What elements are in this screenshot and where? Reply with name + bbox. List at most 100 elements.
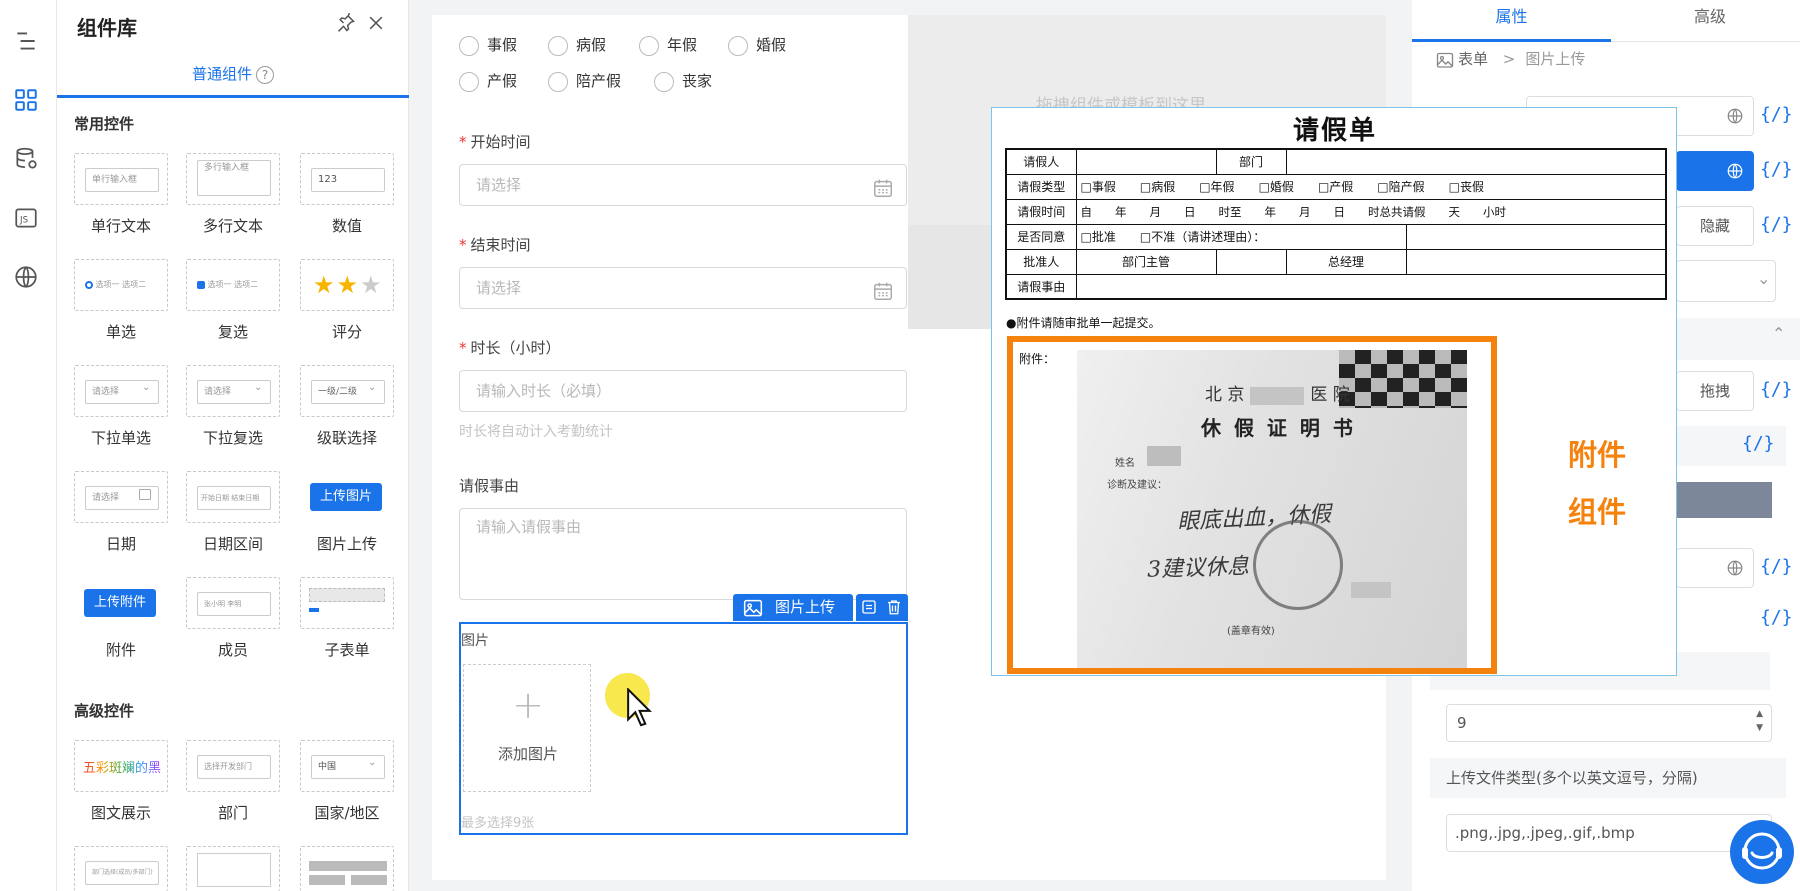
- code-binding-icon[interactable]: {/}: [1760, 379, 1793, 400]
- comp-multi-text[interactable]: 多行输入框 多行文本: [186, 153, 280, 253]
- section-header[interactable]: ⌃: [1676, 318, 1800, 360]
- leave-form-document: 请假单 请假人 部门 请假类型 □事假 □病假 □年假 □婚假 □产假 □陪产假…: [991, 107, 1677, 676]
- left-rail: JS: [0, 0, 57, 891]
- group-common-title: 常用控件: [74, 115, 135, 133]
- component-panel: 组件库 普通组件? 常用控件 单行输入框 单行文本 多行输入框 多行文本 123…: [57, 0, 409, 891]
- drag-button[interactable]: 拖拽: [1676, 371, 1754, 411]
- comp-advanced-3[interactable]: [300, 846, 394, 891]
- calendar-icon: [872, 174, 894, 197]
- radio-leave-type[interactable]: 病假: [548, 34, 606, 56]
- image-limit-hint: 最多选择9张: [461, 816, 535, 831]
- comp-dropdown-multi[interactable]: 请选择 ⌄ 下拉复选: [186, 365, 280, 465]
- file-type-label: 上传文件类型(多个以英文逗号，分隔): [1430, 758, 1786, 798]
- start-time-label: * 开始时间: [459, 133, 531, 151]
- end-time-input[interactable]: 请选择: [459, 267, 907, 309]
- comp-advanced-2[interactable]: [186, 846, 280, 891]
- reason-textarea[interactable]: 请输入请假事由: [459, 508, 907, 600]
- comp-rich-display[interactable]: 五彩斑斓的黑 图文展示: [74, 740, 168, 840]
- max-count-stepper[interactable]: 9 ▲ ▼: [1446, 704, 1772, 742]
- color-swatch[interactable]: [1676, 482, 1772, 518]
- delete-icon[interactable]: [885, 598, 903, 616]
- comp-single-text[interactable]: 单行输入框 单行文本: [74, 153, 168, 253]
- comp-member[interactable]: 张小明 李明 成员: [186, 577, 280, 677]
- code-binding-icon[interactable]: {/}: [1760, 159, 1793, 180]
- blurred-name: [1147, 446, 1181, 466]
- copy-icon[interactable]: [860, 598, 878, 616]
- headset-icon: [1742, 832, 1782, 870]
- comp-rating[interactable]: ★★★ 评分: [300, 259, 394, 359]
- comp-cascade[interactable]: 一级/二级 ⌄ 级联选择: [300, 365, 394, 465]
- code-binding-icon[interactable]: {/}: [1760, 607, 1793, 628]
- image-field-label: 图片: [461, 633, 489, 649]
- image-upload-widget[interactable]: 图片 + 添加图片 最多选择9张: [459, 622, 908, 835]
- add-image-button[interactable]: + 添加图片: [463, 664, 591, 792]
- comp-dropdown-single[interactable]: 请选择 ⌄ 下拉单选: [74, 365, 168, 465]
- chevron-down-icon: ⌄: [368, 757, 377, 768]
- widget-actions: [856, 594, 908, 621]
- plus-icon: +: [512, 683, 544, 727]
- reason-label: 请假事由: [459, 477, 520, 495]
- calendar-icon: [139, 489, 151, 500]
- tab-normal-components[interactable]: 普通组件?: [57, 58, 409, 98]
- attachment-note: ●附件请随审批单一起提交。: [1006, 316, 1161, 330]
- calendar-icon: [872, 277, 894, 300]
- help-icon[interactable]: ?: [256, 65, 274, 84]
- duration-label: * 时长（小时）: [459, 339, 561, 357]
- duration-input[interactable]: 请输入时长（必填）: [459, 370, 907, 412]
- breadcrumb-form[interactable]: 表单: [1458, 50, 1488, 68]
- code-binding-icon[interactable]: {/}: [1760, 104, 1793, 125]
- panel-title: 组件库: [77, 16, 137, 40]
- radio-leave-type[interactable]: 产假: [459, 70, 517, 92]
- radio-leave-type[interactable]: 年假: [639, 34, 697, 56]
- comp-number[interactable]: 123 数值: [300, 153, 394, 253]
- comp-radio[interactable]: 选项一 选项二 单选: [74, 259, 168, 359]
- radio-leave-type[interactable]: 婚假: [728, 34, 786, 56]
- file-type-input[interactable]: .png,.jpg,.jpeg,.gif,.bmp: [1446, 814, 1772, 852]
- comp-checkbox[interactable]: 选项一 选项二 复选: [186, 259, 280, 359]
- close-icon[interactable]: [366, 13, 386, 33]
- outline-icon[interactable]: [13, 28, 39, 54]
- globe-icon[interactable]: [1726, 162, 1744, 180]
- tab-advanced[interactable]: 高级: [1611, 0, 1800, 42]
- hide-button[interactable]: 隐藏: [1676, 206, 1754, 246]
- tab-properties[interactable]: 属性: [1412, 0, 1611, 42]
- start-time-input[interactable]: 请选择: [459, 164, 907, 206]
- seal-stamp: [1253, 520, 1343, 610]
- chevron-down-icon: ⌄: [1757, 269, 1771, 288]
- chat-support-button[interactable]: [1730, 820, 1794, 884]
- image-icon: [743, 599, 763, 617]
- image-icon: [1436, 52, 1454, 68]
- comp-attachment[interactable]: 上传附件 附件: [74, 577, 168, 677]
- comp-subform[interactable]: 子表单: [300, 577, 394, 677]
- radio-leave-type[interactable]: 陪产假: [548, 70, 621, 92]
- js-icon[interactable]: JS: [13, 205, 39, 231]
- chevron-up-icon: ⌃: [1772, 324, 1786, 343]
- code-binding-icon[interactable]: {/}: [1760, 556, 1793, 577]
- duration-hint: 时长将自动计入考勤统计: [459, 424, 613, 440]
- chevron-down-icon: ⌄: [368, 382, 377, 393]
- attachment-highlight: 附件： 北 京医 院 休 假 证 明 书 姓名 诊断及建议： 眼底出血，休假 3…: [1007, 336, 1497, 674]
- globe-icon[interactable]: [13, 264, 39, 290]
- comp-country[interactable]: 中国 ⌄ 国家/地区: [300, 740, 394, 840]
- data-source-icon[interactable]: [13, 146, 39, 172]
- comp-date[interactable]: 请选择 日期: [74, 471, 168, 571]
- comp-image-upload[interactable]: 上传图片 图片上传: [300, 471, 394, 571]
- pin-icon[interactable]: [336, 12, 356, 33]
- stepper-arrows-icon[interactable]: ▲ ▼: [1756, 707, 1763, 735]
- end-time-label: * 结束时间: [459, 236, 531, 254]
- leave-form-table: 请假人 部门 请假类型 □事假 □病假 □年假 □婚假 □产假 □陪产假 □丧假…: [1005, 148, 1667, 300]
- components-grid-icon[interactable]: [13, 87, 39, 113]
- star-icon: ★: [360, 271, 384, 299]
- comp-dept-member[interactable]: 部门选择(成员/多部门): [74, 846, 168, 891]
- document-title: 请假单: [1292, 116, 1377, 146]
- code-binding-icon[interactable]: {/}: [1760, 214, 1793, 235]
- radio-leave-type[interactable]: 事假: [459, 34, 517, 56]
- property-select[interactable]: ⌄: [1676, 260, 1776, 302]
- globe-icon[interactable]: [1726, 107, 1744, 125]
- comp-department[interactable]: 选择开发部门 部门: [186, 740, 280, 840]
- radio-leave-type[interactable]: 丧家: [654, 70, 712, 92]
- blurred-signature: [1351, 582, 1391, 598]
- globe-icon[interactable]: [1726, 559, 1744, 577]
- code-binding-icon[interactable]: {/}: [1742, 433, 1775, 454]
- comp-date-range[interactable]: 开始日期 结束日期 日期区间: [186, 471, 280, 571]
